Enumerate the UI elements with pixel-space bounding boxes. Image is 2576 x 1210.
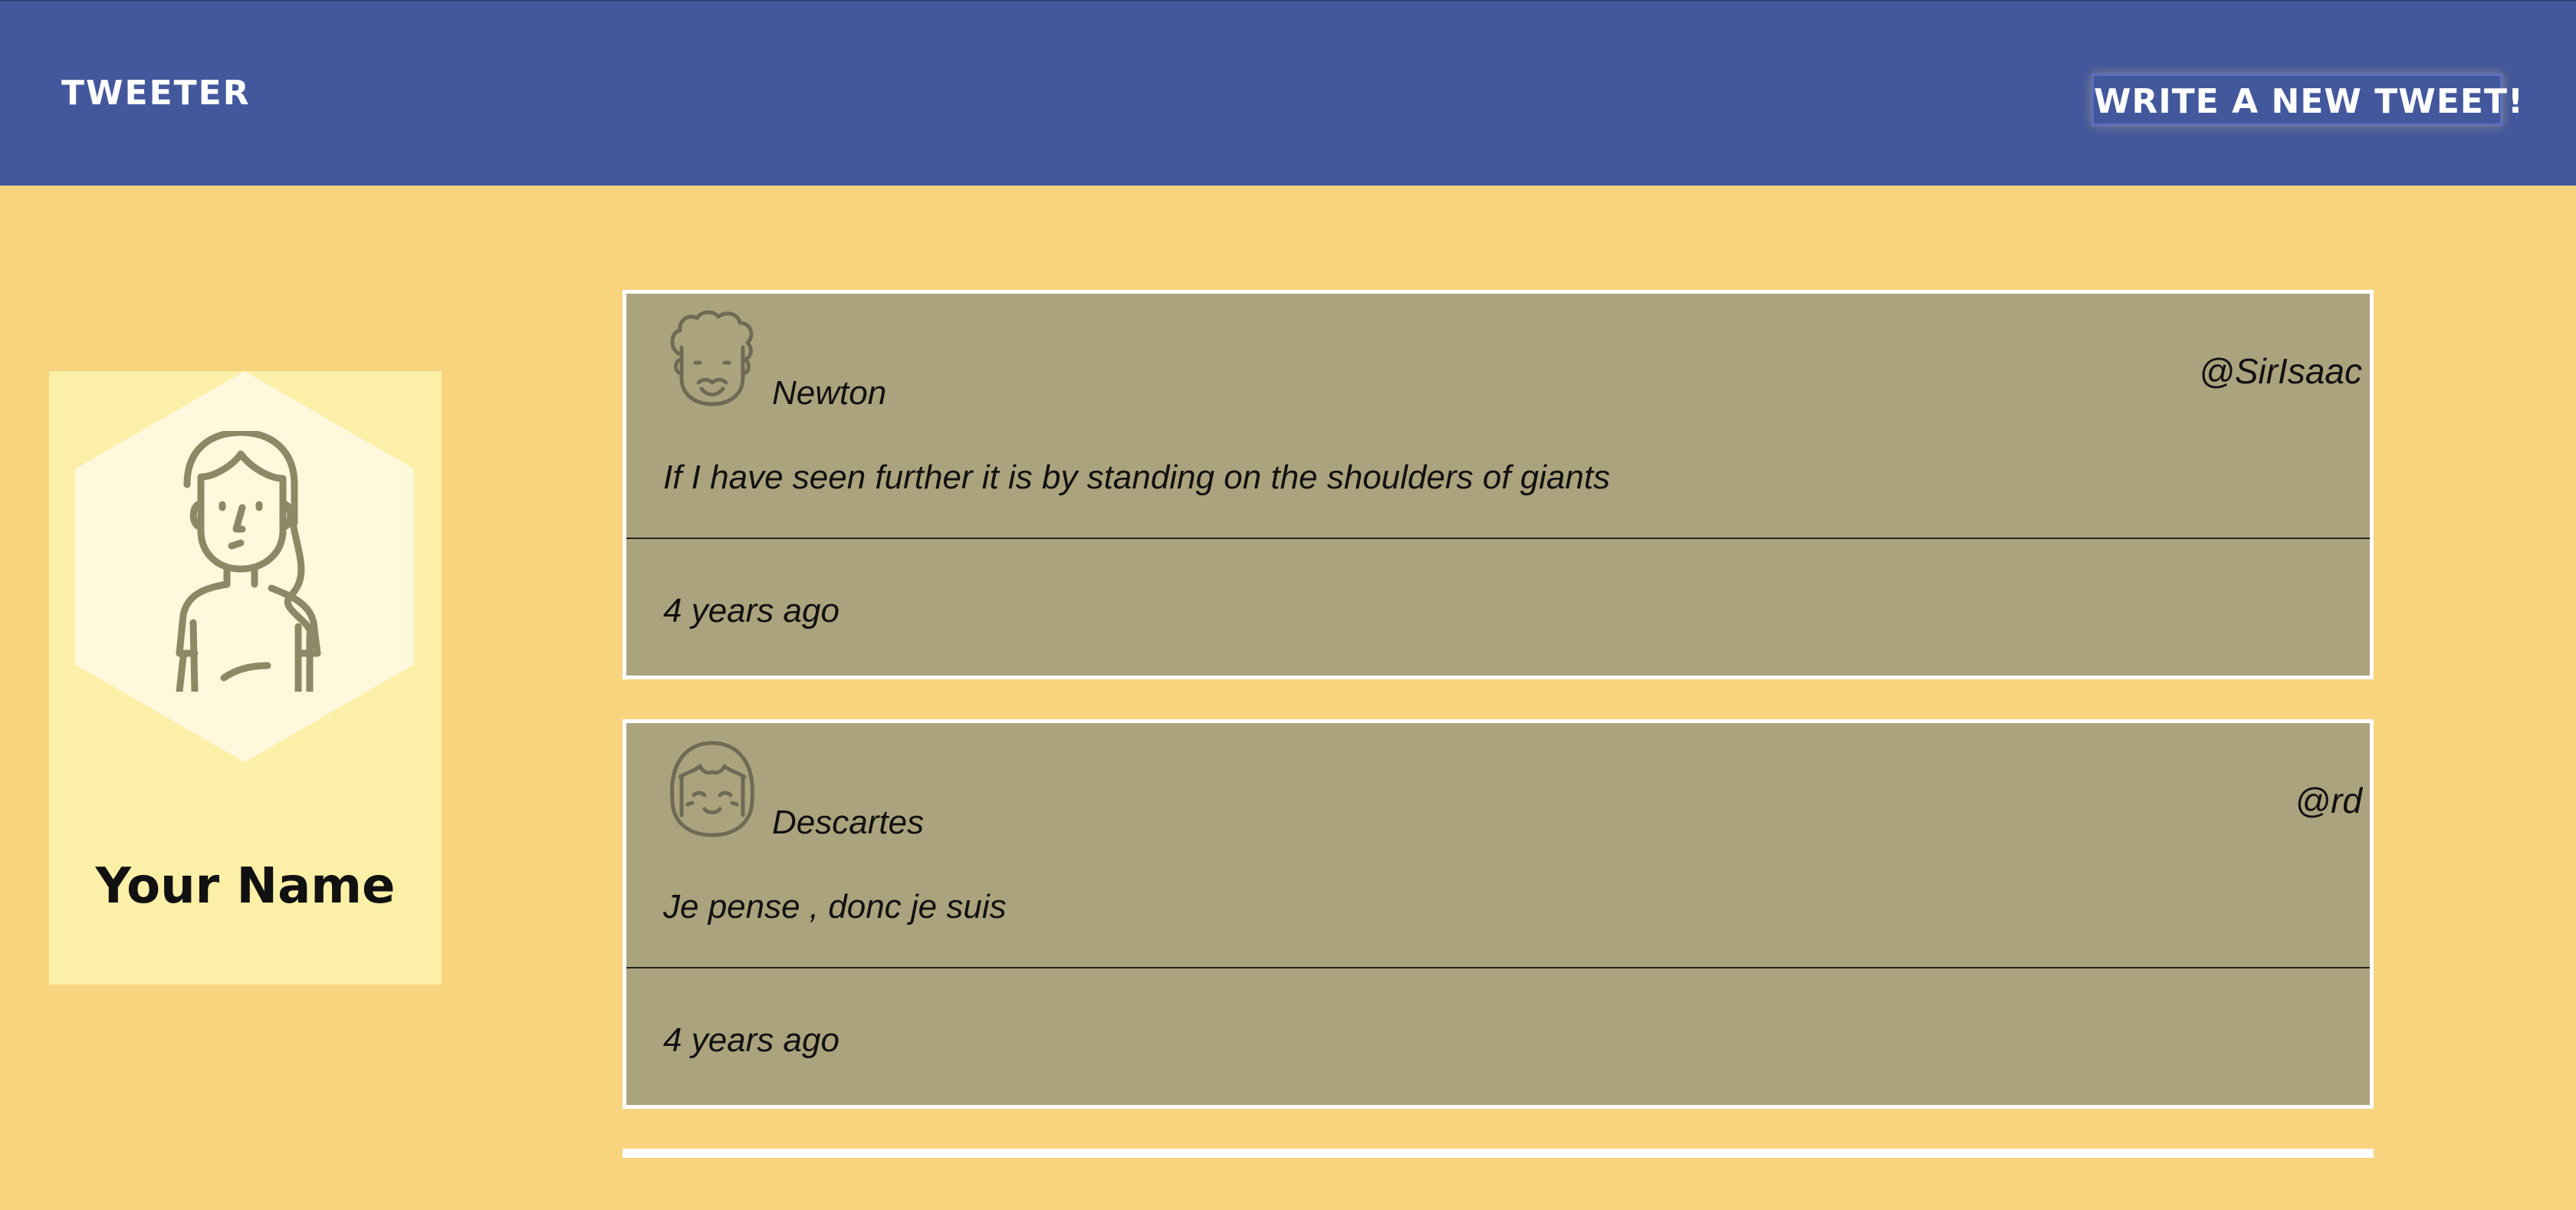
- profile-name: Your Name: [95, 858, 396, 915]
- tweet-card: Newton @SirIsaac If I have seen further …: [623, 290, 2374, 679]
- tweet-author-handle[interactable]: @rd: [2295, 783, 2362, 818]
- next-tweet-card-edge: [623, 1149, 2374, 1158]
- brand-logo[interactable]: TWEETER: [61, 77, 251, 110]
- tweet-timestamp: 4 years ago: [663, 592, 840, 630]
- tweet-timestamp: 4 years ago: [663, 1021, 840, 1059]
- bob-hair-woman-avatar-icon: [670, 741, 754, 837]
- tweet-text: If I have seen further it is by standing…: [663, 459, 1611, 496]
- curly-hair-man-avatar-icon: [670, 310, 754, 406]
- profile-card: Your Name: [49, 371, 442, 985]
- tweet-author-handle[interactable]: @SirIsaac: [2199, 353, 2362, 389]
- top-nav: TWEETER WRITE A NEW TWEET!: [0, 0, 2576, 186]
- tweet-author-name[interactable]: Descartes: [772, 806, 924, 840]
- tweet-card: Descartes @rd Je pense , donc je suis 4 …: [623, 719, 2374, 1109]
- tweet-feed: Newton @SirIsaac If I have seen further …: [623, 290, 2374, 1158]
- tweet-divider: [626, 967, 2370, 968]
- tweet-text: Je pense , donc je suis: [663, 888, 1007, 926]
- write-new-tweet-button[interactable]: WRITE A NEW TWEET!: [2091, 74, 2523, 126]
- woman-avatar-icon: [176, 431, 321, 692]
- tweet-author-name[interactable]: Newton: [772, 376, 886, 410]
- tweet-divider: [626, 538, 2370, 539]
